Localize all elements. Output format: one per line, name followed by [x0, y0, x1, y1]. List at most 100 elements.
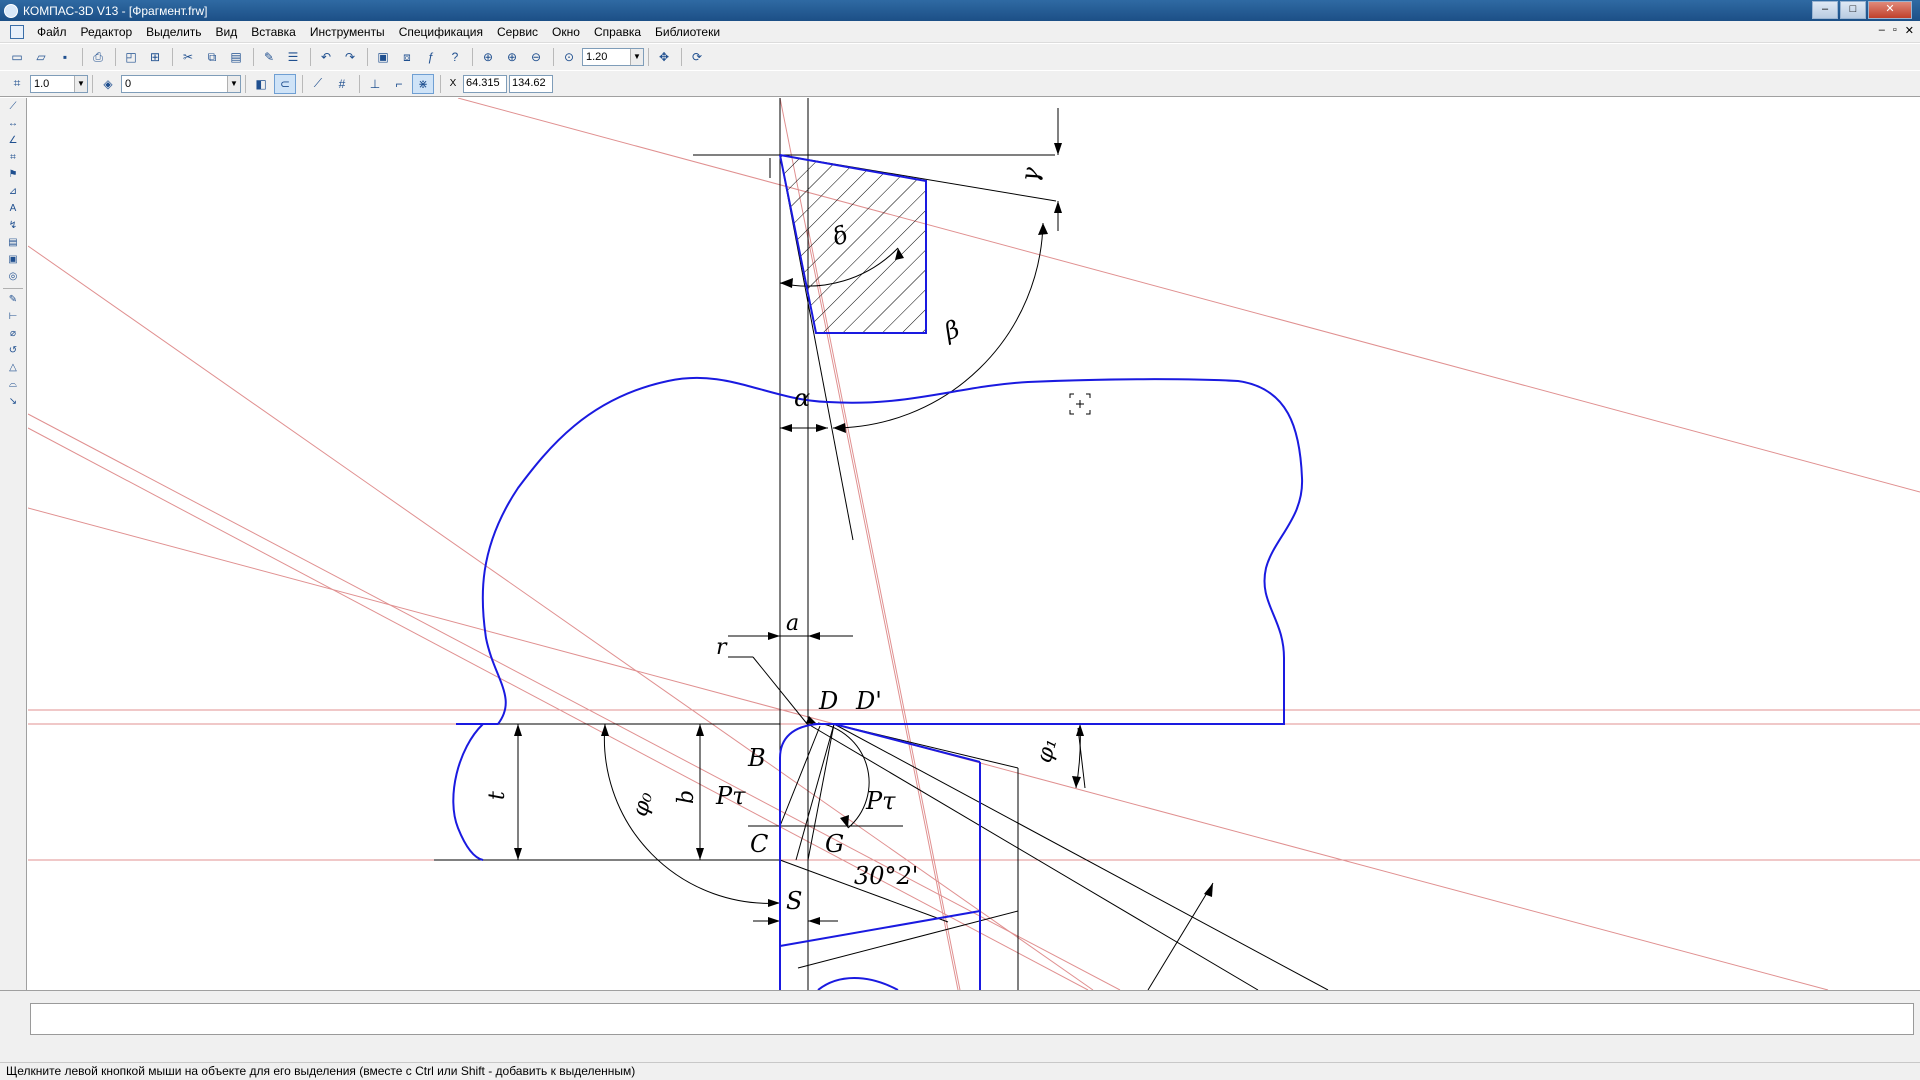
arrowhead [696, 724, 704, 736]
menu-editor[interactable]: Редактор [74, 25, 140, 39]
menu-window[interactable]: Окно [545, 25, 587, 39]
chevron-down-icon[interactable]: ▼ [227, 75, 240, 92]
fx-icon[interactable]: ƒ [420, 47, 442, 67]
chip-line [833, 723, 1329, 990]
layer-icon[interactable]: ◈ [97, 74, 119, 94]
object-properties-icon[interactable]: ◧ [250, 74, 272, 94]
dimensions-tool-icon[interactable]: ↔ [2, 116, 24, 132]
preview-icon[interactable]: ◰ [120, 47, 142, 67]
coord-y-field[interactable]: 134.62 [509, 74, 553, 93]
kompas-app-icon [4, 3, 18, 18]
print-icon[interactable]: ⎙ [87, 47, 109, 67]
menu-libraries[interactable]: Библиотеки [648, 25, 727, 39]
symbols-tool-icon[interactable]: ∠ [2, 133, 24, 149]
angular-dimension-icon[interactable]: △ [2, 360, 24, 376]
zoom-window-icon[interactable]: ⊕ [477, 47, 499, 67]
radial-dimension-icon[interactable]: ↺ [2, 343, 24, 359]
snaps-settings-icon[interactable]: ⋇ [412, 73, 434, 94]
drawing-labels: γ δ β α a r D D' φ₁ B Pτ Pτ t φ₀ b C G 3… [485, 164, 1062, 915]
toolbar-separator [367, 48, 368, 66]
document-icon[interactable] [10, 24, 24, 39]
menu-view[interactable]: Вид [209, 25, 245, 39]
coord-x-field[interactable]: 64.315 [463, 74, 507, 93]
parametrization-tool-icon[interactable]: ⚑ [2, 167, 24, 183]
rounding-icon[interactable]: ⟋ [307, 74, 329, 94]
snap-icon[interactable]: ⊂ [274, 73, 296, 94]
undo-icon[interactable]: ↶ [315, 47, 337, 67]
toolbar-separator [3, 288, 23, 289]
toolbar-separator [310, 48, 311, 66]
menu-insert[interactable]: Вставка [244, 25, 303, 39]
step-combo[interactable]: 1.0 ▼ [30, 74, 88, 93]
ortho-icon[interactable]: ⌐ [388, 74, 410, 94]
help-icon[interactable]: ? [444, 47, 466, 67]
label-phi1: φ₁ [1032, 736, 1062, 766]
label-t: t [485, 791, 510, 800]
diameter-dimension-icon[interactable]: ⌀ [2, 326, 24, 342]
aux-inclined-line [28, 413, 1121, 990]
zoom-scale-icon[interactable]: ⊙ [558, 47, 580, 67]
refresh-icon[interactable]: ⟳ [686, 47, 708, 67]
associative-views-icon[interactable]: ↯ [2, 218, 24, 234]
arrowhead [1038, 223, 1048, 235]
editing-tool-icon[interactable]: ⌗ [2, 150, 24, 166]
arrowhead [768, 917, 780, 925]
local-cs-icon[interactable]: ⊥ [364, 74, 386, 94]
manager-icon[interactable]: ⊞ [144, 47, 166, 67]
doc-close-button[interactable]: ✕ [1905, 24, 1914, 37]
property-panel[interactable] [30, 1003, 1914, 1035]
variables-icon[interactable]: ⧈ [396, 47, 418, 67]
menu-service[interactable]: Сервис [490, 25, 545, 39]
menu-tools[interactable]: Инструменты [303, 25, 392, 39]
drawing-canvas[interactable]: γ δ β α a r D D' φ₁ B Pτ Pτ t φ₀ b C G 3… [28, 98, 1920, 990]
menu-help[interactable]: Справка [587, 25, 648, 39]
properties-icon[interactable]: ✎ [258, 47, 280, 67]
geometry-tool-icon[interactable]: ⟋ [2, 99, 24, 115]
save-icon[interactable]: ▪ [54, 47, 76, 67]
library-manager-icon[interactable]: ▣ [372, 47, 394, 67]
measure-tool-icon[interactable]: ⊿ [2, 184, 24, 200]
menu-file[interactable]: Файл [30, 25, 74, 39]
insert-tool-icon[interactable]: ◎ [2, 269, 24, 285]
reports-tool-icon[interactable]: ▣ [2, 252, 24, 268]
menu-specification[interactable]: Спецификация [392, 25, 490, 39]
zoom-combo[interactable]: 1.20 ▼ [582, 48, 644, 66]
tool-section-hatch [780, 155, 926, 333]
aux-inclined-line [457, 98, 1920, 493]
toolbar-separator [115, 48, 116, 66]
auto-line-icon[interactable]: ✎ [2, 292, 24, 308]
leader-icon[interactable]: ↘ [2, 394, 24, 410]
workpiece-contour [456, 376, 1304, 725]
close-button[interactable]: ✕ [1868, 1, 1912, 19]
menu-select[interactable]: Выделить [139, 25, 208, 39]
minimize-button[interactable]: – [1812, 1, 1838, 19]
arc-dimension-icon[interactable]: ⌓ [2, 377, 24, 393]
chevron-down-icon[interactable]: ▼ [74, 75, 87, 92]
paste-icon[interactable]: ▤ [225, 47, 247, 67]
chevron-down-icon[interactable]: ▼ [630, 49, 643, 65]
doc-minimize-button[interactable]: – [1879, 24, 1885, 37]
open-icon[interactable]: ▱ [30, 47, 52, 67]
maximize-button[interactable]: □ [1840, 1, 1866, 19]
pan-icon[interactable]: ✥ [653, 47, 675, 67]
redo-icon[interactable]: ↷ [339, 47, 361, 67]
cut-icon[interactable]: ✂ [177, 47, 199, 67]
cursor-step-icon[interactable]: ⌗ [6, 74, 28, 94]
select-tool-icon[interactable]: A [2, 201, 24, 217]
copy-icon[interactable]: ⧉ [201, 47, 223, 67]
doc-restore-button[interactable]: ▫ [1893, 24, 1897, 37]
layer-combo[interactable]: 0 ▼ [121, 74, 241, 93]
zoom-out-icon[interactable]: ⊖ [525, 47, 547, 67]
linear-dimension-icon[interactable]: ⊢ [2, 309, 24, 325]
spec-tool-icon[interactable]: ▤ [2, 235, 24, 251]
toolbar-separator [253, 48, 254, 66]
new-document-icon[interactable]: ▭ [6, 47, 28, 67]
arrow-line [1147, 882, 1214, 990]
label-gamma: γ [1015, 164, 1045, 184]
label-B: B [747, 744, 766, 772]
spec-icon[interactable]: ☰ [282, 47, 304, 67]
chip-line [807, 723, 1259, 990]
zoom-in-icon[interactable]: ⊕ [501, 47, 523, 67]
grid-icon[interactable]: # [331, 74, 353, 94]
window-title: КОМПАС-3D V13 - [Фрагмент.frw] [23, 3, 208, 18]
